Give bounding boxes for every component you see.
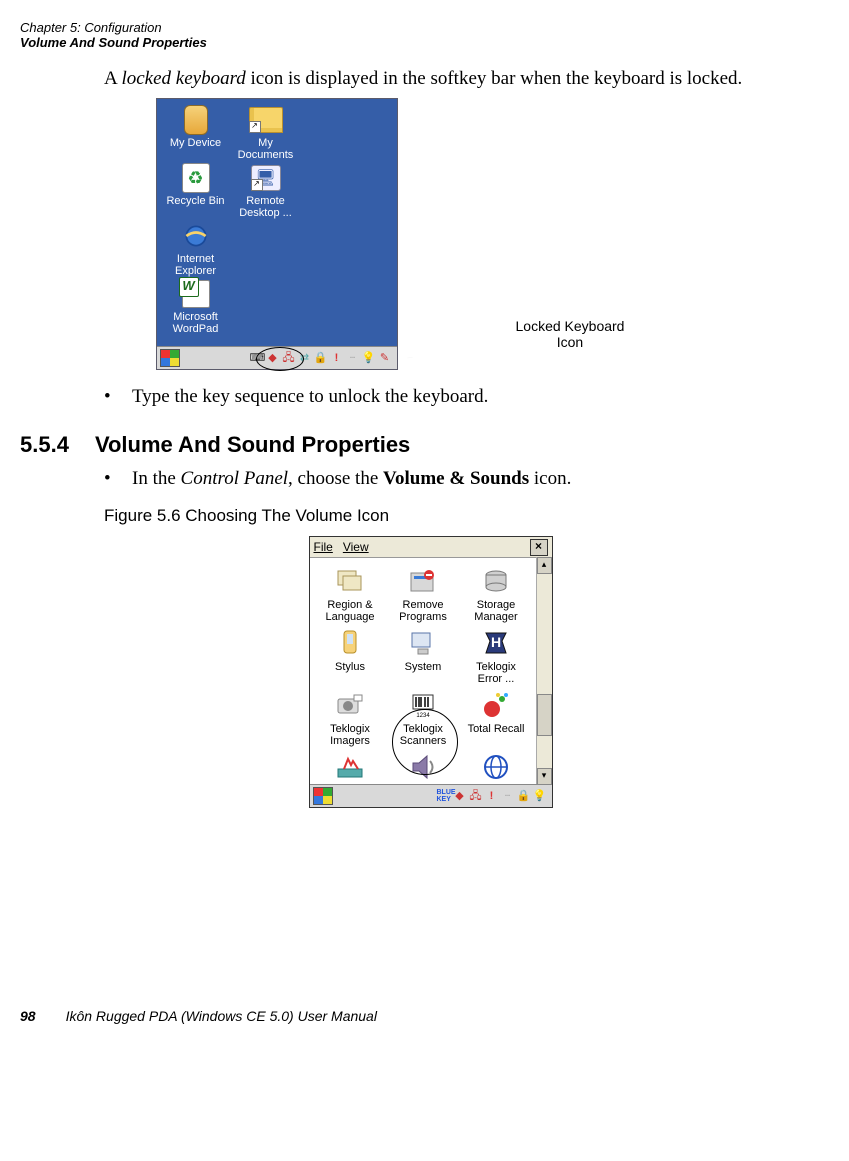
cp-item-storage-manager[interactable]: Storage Manager xyxy=(461,565,531,623)
menu-file[interactable]: File xyxy=(314,540,333,554)
section-number: 5.5.4 xyxy=(20,432,69,458)
volume-sounds-icon xyxy=(407,751,439,783)
internet-explorer-icon xyxy=(182,222,210,250)
tray-light-icon[interactable]: 💡 xyxy=(533,789,547,803)
desktop-icon-remote-desktop[interactable]: 🖥↗ Remote Desktop ... xyxy=(231,163,301,219)
scrollbar-up-button[interactable]: ▴ xyxy=(537,557,552,574)
paragraph-locked-keyboard: A locked keyboard icon is displayed in t… xyxy=(104,68,841,90)
cp-item-remove-programs[interactable]: Remove Programs xyxy=(388,565,458,623)
cp-item-teklogix-scanners[interactable]: 1234 Teklogix Scanners xyxy=(388,689,458,747)
region-language-icon xyxy=(334,565,366,597)
system-tray: BLUEKEY ◆ 🖧 ! ┈ 🔒 💡 xyxy=(437,789,549,803)
cp-item-volume-sounds[interactable]: Volume & Sounds xyxy=(388,751,458,785)
desktop-icon-wordpad[interactable]: W Microsoft WordPad xyxy=(161,279,231,335)
tray-network-icon[interactable]: 🖧 xyxy=(282,351,296,365)
cp-item-teklogix-imagers[interactable]: Teklogix Imagers xyxy=(315,689,385,747)
scrollbar-thumb[interactable] xyxy=(537,694,552,736)
teklogix-error-icon: H xyxy=(480,627,512,659)
footer: 98 Ikôn Rugged PDA (Windows CE 5.0) User… xyxy=(20,1008,841,1024)
screenshot-desktop: My Device ↗ My Documents ♻ Recycle Bin 🖥… xyxy=(156,98,398,370)
tweakit-icon xyxy=(334,751,366,783)
svg-text:H: H xyxy=(491,634,501,650)
tray-dots-icon[interactable]: ┈ xyxy=(501,789,515,803)
tray-alert-icon[interactable]: ! xyxy=(485,789,499,803)
stylus-icon xyxy=(334,627,366,659)
desktop-icon-my-documents[interactable]: ↗ My Documents xyxy=(231,105,301,161)
tray-bluekey-icon[interactable]: BLUEKEY xyxy=(437,789,451,803)
callout-line xyxy=(303,358,517,359)
cp-item-region-language[interactable]: Region & Language xyxy=(315,565,385,623)
start-button[interactable] xyxy=(160,349,180,367)
cp-item-wireless-wan[interactable]: Wireless WAN xyxy=(461,751,531,785)
cp-item-system[interactable]: System xyxy=(388,627,458,685)
teklogix-imagers-icon xyxy=(334,689,366,721)
wordpad-icon: W xyxy=(182,280,210,308)
bullet-unlock-keyboard: • Type the key sequence to unlock the ke… xyxy=(104,386,841,408)
cp-item-tweakit-settings[interactable]: TweakIT Settings xyxy=(315,751,385,785)
total-recall-icon xyxy=(480,689,512,721)
remove-programs-icon xyxy=(407,565,439,597)
tray-lock-icon[interactable]: 🔒 xyxy=(517,789,531,803)
menu-view[interactable]: View xyxy=(343,540,369,554)
page-number: 98 xyxy=(20,1008,36,1024)
wireless-wan-icon xyxy=(480,751,512,783)
header-chapter: Chapter 5: Configuration xyxy=(20,20,841,35)
close-button[interactable]: × xyxy=(530,539,548,556)
cp-item-total-recall[interactable]: Total Recall xyxy=(461,689,531,747)
recycle-icon: ♻ xyxy=(182,163,210,193)
section-heading: 5.5.4 Volume And Sound Properties xyxy=(20,432,841,458)
header-section: Volume And Sound Properties xyxy=(20,35,841,50)
section-title: Volume And Sound Properties xyxy=(95,432,410,458)
tray-app-icon[interactable]: ◆ xyxy=(453,789,467,803)
cp-item-teklogix-error[interactable]: H Teklogix Error ... xyxy=(461,627,531,685)
desktop-icon-recycle-bin[interactable]: ♻ Recycle Bin xyxy=(161,163,231,219)
tray-network-icon[interactable]: 🖧 xyxy=(469,789,483,803)
tray-keyboard-icon[interactable]: ⌨ xyxy=(250,351,264,365)
figure-caption: Figure 5.6 Choosing The Volume Icon xyxy=(104,506,841,526)
cp-item-stylus[interactable]: Stylus xyxy=(315,627,385,685)
taskbar: BLUEKEY ◆ 🖧 ! ┈ 🔒 💡 xyxy=(310,784,552,807)
bullet-choose-volume: • In the Control Panel, choose the Volum… xyxy=(104,468,841,490)
teklogix-scanners-icon: 1234 xyxy=(407,689,439,721)
system-icon xyxy=(407,627,439,659)
screenshot-control-panel: File View × Region & Language Remove Pro… xyxy=(309,536,553,808)
vertical-scrollbar[interactable]: ▴ ▾ xyxy=(536,557,552,785)
desktop-icon-internet-explorer[interactable]: Internet Explorer xyxy=(161,221,231,277)
start-button[interactable] xyxy=(313,787,333,805)
tray-app-icon[interactable]: ◆ xyxy=(266,351,280,365)
callout-label: Locked Keyboard Icon xyxy=(516,318,625,350)
scrollbar-down-button[interactable]: ▾ xyxy=(537,768,552,785)
svg-text:1234: 1234 xyxy=(416,713,430,719)
footer-title: Ikôn Rugged PDA (Windows CE 5.0) User Ma… xyxy=(66,1008,377,1024)
screenshot-desktop-wrapper: My Device ↗ My Documents ♻ Recycle Bin 🖥… xyxy=(156,98,706,370)
menubar: File View × xyxy=(310,537,552,558)
remote-desktop-icon: 🖥↗ xyxy=(251,165,281,191)
desktop-icon-my-device[interactable]: My Device xyxy=(161,105,231,161)
storage-manager-icon xyxy=(480,565,512,597)
